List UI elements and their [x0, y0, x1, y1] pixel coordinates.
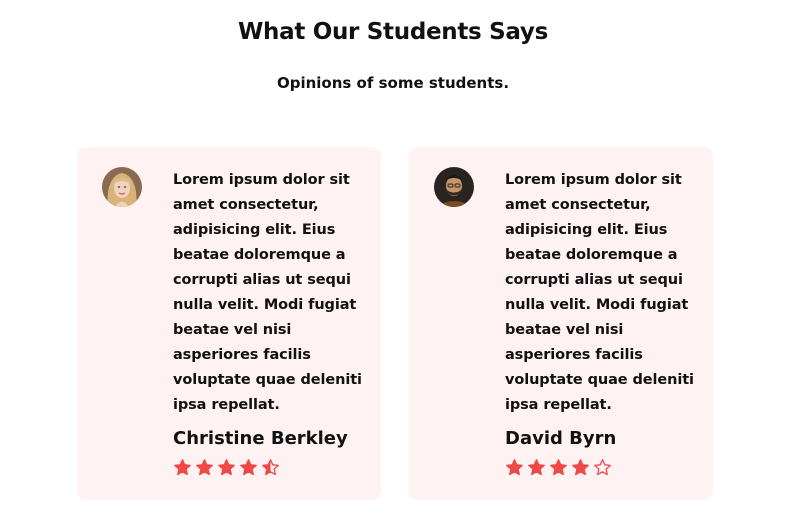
star-full-icon	[506, 459, 523, 476]
student-name: Christine Berkley	[173, 428, 348, 449]
star-full-icon	[174, 459, 191, 476]
testimonial-quote: Lorem ipsum dolor sit amet consectetur, …	[505, 172, 694, 413]
testimonial-card: Lorem ipsum dolor sit amet consectetur, …	[77, 147, 381, 500]
avatar	[434, 167, 474, 207]
student-photo-christine	[102, 167, 142, 207]
star-full-icon	[218, 459, 235, 476]
section-subtitle: Opinions of some students.	[276, 74, 510, 92]
star-empty-icon	[594, 459, 611, 476]
star-full-icon	[550, 459, 567, 476]
star-full-icon	[572, 459, 589, 476]
student-photo-david	[434, 167, 474, 207]
star-full-icon	[528, 459, 545, 476]
testimonials-section: What Our Students Says Opinions of some …	[0, 0, 786, 525]
section-title: What Our Students Says	[237, 19, 549, 45]
testimonial-card: Lorem ipsum dolor sit amet consectetur, …	[409, 147, 713, 500]
star-rating	[173, 458, 280, 478]
star-half-icon	[262, 459, 279, 476]
avatar	[102, 167, 142, 207]
star-full-icon	[196, 459, 213, 476]
star-rating	[505, 458, 612, 478]
testimonial-quote: Lorem ipsum dolor sit amet consectetur, …	[173, 172, 362, 413]
star-full-icon	[240, 459, 257, 476]
student-name: David Byrn	[505, 428, 617, 449]
